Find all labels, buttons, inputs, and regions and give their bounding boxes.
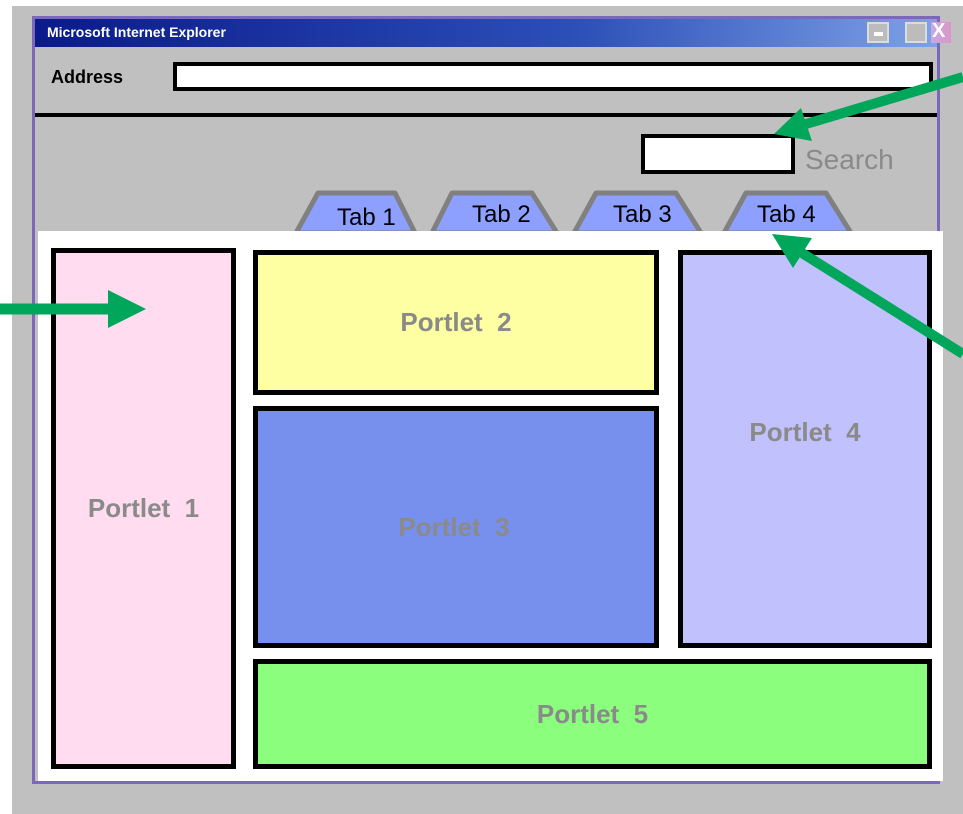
tab-3-label: Tab 3 (613, 201, 672, 228)
browser-window: Microsoft Internet Explorer X Address Se… (32, 16, 951, 784)
portlet-3[interactable]: Portlet 3 (253, 406, 659, 648)
portlet-3-title: Portlet 3 (398, 511, 510, 542)
address-input[interactable] (173, 62, 933, 91)
maximize-button[interactable] (905, 22, 927, 43)
portlet-2[interactable]: Portlet 2 (253, 250, 659, 395)
search-label: Search (805, 144, 894, 175)
minimize-button[interactable] (867, 22, 889, 43)
portlet-5-title: Portlet 5 (536, 698, 649, 729)
close-button[interactable]: X (931, 20, 951, 43)
tab-4-label: Tab 4 (757, 201, 816, 228)
minimize-icon (874, 32, 883, 36)
toolbar-divider (35, 113, 937, 117)
portlet-4[interactable]: Portlet 4 (678, 250, 932, 648)
close-icon: X (932, 20, 946, 42)
portlet-1-title: Portlet 1 (87, 493, 200, 523)
page-content: Portlet 1 Portlet 2 Portlet 3 Portlet 4 … (38, 231, 943, 781)
portlet-5[interactable]: Portlet 5 (253, 659, 932, 769)
portlet-2-title: Portlet 2 (400, 307, 512, 337)
portlet-1[interactable]: Portlet 1 (51, 248, 236, 769)
window-title: Microsoft Internet Explorer (47, 24, 226, 40)
tab-2-label: Tab 2 (472, 201, 531, 228)
address-label: Address (51, 67, 124, 87)
tab-1-label: Tab 1 (337, 204, 396, 231)
search-input[interactable] (641, 134, 795, 174)
portlet-4-title: Portlet 4 (749, 417, 861, 447)
title-bar: Microsoft Internet Explorer X (35, 19, 951, 47)
